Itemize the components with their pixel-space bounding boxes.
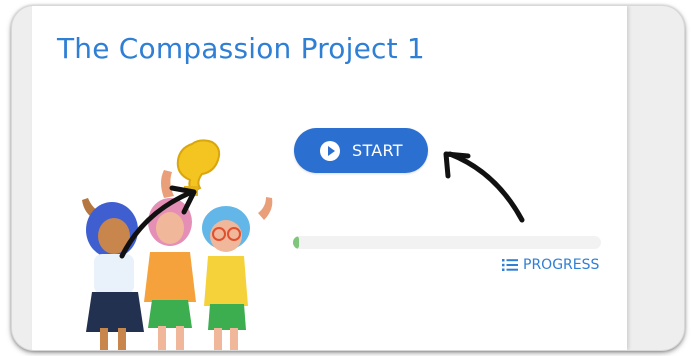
window-frame: The Compassion Project 1 START PROGRESS — [12, 6, 684, 350]
start-button[interactable]: START — [294, 128, 428, 173]
progress-bar-fill — [293, 236, 300, 249]
progress-bar — [293, 236, 601, 249]
list-icon — [502, 259, 518, 271]
arrows-overlay — [119, 151, 525, 259]
progress-link[interactable]: PROGRESS — [502, 257, 599, 273]
course-card: The Compassion Project 1 START PROGRESS — [32, 6, 627, 350]
arrow-to-trophy-icon — [119, 185, 197, 259]
progress-link-label: PROGRESS — [523, 257, 600, 273]
play-circle-icon — [320, 140, 340, 161]
start-button-label: START — [352, 141, 403, 160]
arrow-to-start-icon — [443, 151, 525, 223]
